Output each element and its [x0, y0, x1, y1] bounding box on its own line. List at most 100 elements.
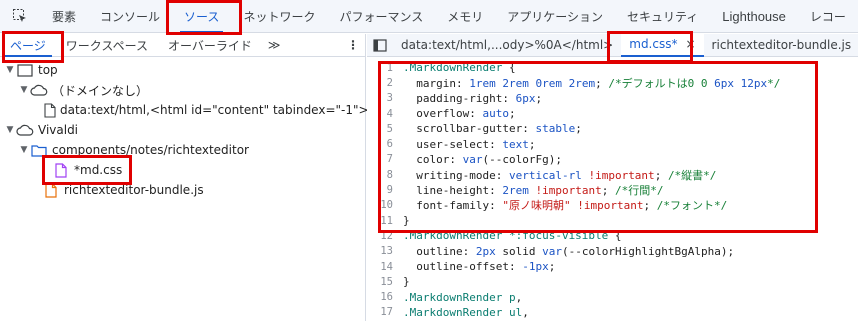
css-file-icon — [52, 162, 70, 178]
code-line[interactable]: 7 color: var(--colorFg); — [367, 152, 858, 167]
code-line[interactable]: 16 .MarkdownRender p, — [367, 289, 858, 304]
file-tree: ▼ top ▼ （ドメインなし） data:text/html,<html id… — [0, 57, 396, 200]
expand-arrow-icon[interactable]: ▼ — [18, 145, 30, 155]
line-number[interactable]: 4 — [367, 108, 403, 120]
more-options-icon[interactable]: ⋮ — [341, 38, 365, 52]
tree-label: top — [38, 63, 58, 77]
tab-workspace[interactable]: ワークスペース — [56, 34, 158, 57]
tab-recorder[interactable]: レコー — [798, 0, 858, 33]
close-tab-icon[interactable]: × — [685, 37, 695, 51]
line-number[interactable]: 14 — [367, 261, 403, 273]
tab-application[interactable]: アプリケーション — [495, 0, 615, 33]
code-line[interactable]: 4 overflow: auto; — [367, 106, 858, 121]
tab-lighthouse[interactable]: Lighthouse — [710, 0, 798, 33]
devtools-main-toolbar: 要素 コンソール ソース ネットワーク パフォーマンス メモリ アプリケーション… — [0, 0, 858, 33]
tab-network[interactable]: ネットワーク — [231, 0, 327, 33]
code-text: } — [403, 275, 410, 289]
tab-performance[interactable]: パフォーマンス — [327, 0, 435, 33]
line-number[interactable]: 11 — [367, 215, 403, 227]
tab-elements[interactable]: 要素 — [40, 0, 88, 33]
file-icon — [44, 102, 56, 118]
tab-security[interactable]: セキュリティ — [615, 0, 710, 33]
line-number[interactable]: 12 — [367, 230, 403, 242]
code-text: outline: 2px solid var(--colorHighlightB… — [403, 244, 735, 258]
editor-tabs: data:text/html,...ody>%0A</html> md.css*… — [367, 33, 858, 57]
inspect-element-icon[interactable] — [0, 0, 40, 33]
code-text: margin: 1rem 2rem 0rem 2rem; /*デフォルトは0 0… — [403, 76, 781, 90]
code-editor-panel: data:text/html,...ody>%0A</html> md.css*… — [367, 33, 858, 321]
expand-arrow-icon[interactable]: ▼ — [4, 125, 16, 135]
code-line[interactable]: 10 font-family: "原ノ味明朝" !important; /*フォ… — [367, 198, 858, 213]
tab-page[interactable]: ページ — [0, 34, 56, 57]
code-line[interactable]: 12 .MarkdownRender *:focus-visible { — [367, 228, 858, 243]
cloud-icon — [16, 122, 34, 138]
line-number[interactable]: 7 — [367, 153, 403, 165]
line-number[interactable]: 2 — [367, 77, 403, 89]
code-line[interactable]: 1 .MarkdownRender { — [367, 60, 858, 75]
cloud-icon — [30, 82, 48, 98]
code-lines[interactable]: 1 .MarkdownRender {2 margin: 1rem 2rem 0r… — [367, 57, 858, 320]
code-text: outline-offset: -1px; — [403, 260, 556, 273]
code-line[interactable]: 3 padding-right: 6px; — [367, 91, 858, 106]
code-text: .MarkdownRender { — [403, 61, 516, 75]
tab-memory[interactable]: メモリ — [435, 0, 495, 33]
tree-item-md-css[interactable]: *md.css — [0, 160, 365, 180]
code-line[interactable]: 17 .MarkdownRender ul, — [367, 305, 858, 320]
line-number[interactable]: 10 — [367, 199, 403, 211]
line-number[interactable]: 16 — [367, 291, 403, 303]
code-text: writing-mode: vertical-rl !important; /*… — [403, 168, 717, 182]
editor-tab-md-css[interactable]: md.css* × — [621, 33, 704, 57]
line-number[interactable]: 6 — [367, 138, 403, 150]
tree-item-vivaldi[interactable]: ▼ Vivaldi — [0, 120, 365, 140]
line-number[interactable]: 1 — [367, 62, 403, 74]
code-line[interactable]: 13 outline: 2px solid var(--colorHighlig… — [367, 244, 858, 259]
code-line[interactable]: 6 user-select: text; — [367, 136, 858, 151]
code-text: scrollbar-gutter: stable; — [403, 122, 582, 136]
tree-label: Vivaldi — [38, 123, 79, 137]
tree-label: components/notes/richtexteditor — [52, 143, 249, 157]
line-number[interactable]: 13 — [367, 245, 403, 257]
code-text: font-family: "原ノ味明朝" !important; /*フォント*… — [403, 199, 728, 213]
sources-navigator: ページ ワークスペース オーバーライド ≫ ⋮ ▼ top ▼ （ドメインなし）… — [0, 34, 396, 321]
line-number[interactable]: 5 — [367, 123, 403, 135]
navigator-tabs: ページ ワークスペース オーバーライド ≫ ⋮ — [0, 34, 365, 57]
line-number[interactable]: 8 — [367, 169, 403, 181]
code-line[interactable]: 2 margin: 1rem 2rem 0rem 2rem; /*デフォルトは0… — [367, 75, 858, 90]
code-text: .MarkdownRender p, — [403, 290, 523, 304]
tree-item-data-html[interactable]: data:text/html,<html id="content" tabind… — [0, 100, 396, 120]
code-line[interactable]: 9 line-height: 2rem !important; /*行間*/ — [367, 182, 858, 197]
code-line[interactable]: 14 outline-offset: -1px; — [367, 259, 858, 274]
code-text: .MarkdownRender *:focus-visible { — [403, 229, 622, 243]
editor-tab-data-html[interactable]: data:text/html,...ody>%0A</html> — [393, 34, 621, 57]
tree-item-no-domain[interactable]: ▼ （ドメインなし） — [0, 80, 365, 100]
tree-item-folder[interactable]: ▼ components/notes/richtexteditor — [0, 140, 365, 160]
code-text: } — [403, 214, 410, 228]
tree-label: *md.css — [74, 163, 123, 177]
tab-overrides[interactable]: オーバーライド — [158, 34, 262, 57]
more-tabs-button[interactable]: ≫ — [262, 38, 287, 52]
toggle-navigator-icon[interactable] — [367, 34, 393, 57]
tree-label: richtexteditor-bundle.js — [64, 183, 204, 197]
line-number[interactable]: 15 — [367, 276, 403, 288]
tree-item-top[interactable]: ▼ top — [0, 60, 365, 80]
expand-arrow-icon[interactable]: ▼ — [4, 65, 16, 75]
expand-arrow-icon[interactable]: ▼ — [18, 85, 30, 95]
code-line[interactable]: 11} — [367, 213, 858, 228]
tree-label: data:text/html,<html id="content" tabind… — [60, 103, 396, 117]
code-text: line-height: 2rem !important; /*行間*/ — [403, 184, 664, 198]
code-text: padding-right: 6px; — [403, 91, 543, 105]
tree-item-bundle-js[interactable]: richtexteditor-bundle.js — [0, 180, 365, 200]
editor-tab-label: md.css* — [629, 37, 678, 51]
code-line[interactable]: 5 scrollbar-gutter: stable; — [367, 121, 858, 136]
editor-tab-bundle-js[interactable]: richtexteditor-bundle.js — [704, 34, 858, 57]
tab-console[interactable]: コンソール — [88, 0, 172, 33]
line-number[interactable]: 17 — [367, 306, 403, 318]
tree-label: （ドメインなし） — [52, 83, 149, 98]
line-number[interactable]: 9 — [367, 184, 403, 196]
tab-sources[interactable]: ソース — [172, 0, 231, 33]
code-line[interactable]: 15} — [367, 274, 858, 289]
folder-icon — [30, 142, 48, 158]
code-text: .MarkdownRender ul, — [403, 305, 529, 319]
line-number[interactable]: 3 — [367, 92, 403, 104]
code-line[interactable]: 8 writing-mode: vertical-rl !important; … — [367, 167, 858, 182]
